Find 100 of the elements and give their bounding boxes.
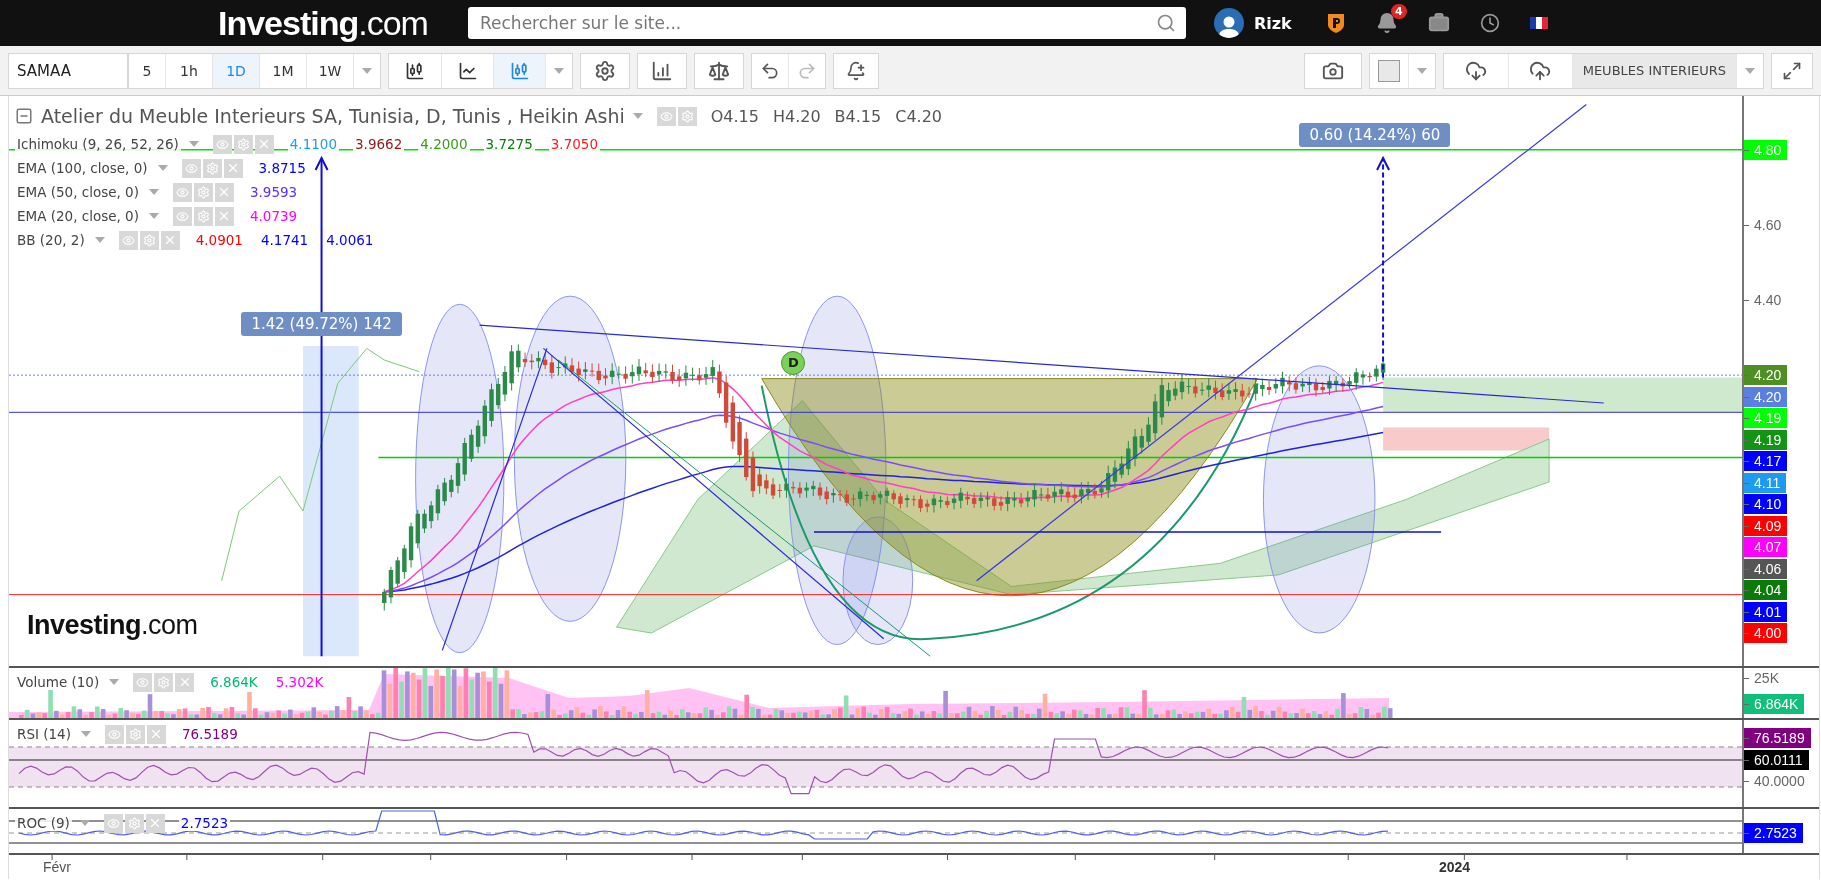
price-tag: 4.20 xyxy=(1744,386,1788,407)
caret-icon[interactable] xyxy=(109,679,120,685)
candlestick-icon xyxy=(509,60,530,81)
price-tag: 4.80 xyxy=(1744,140,1788,160)
chart-title: Atelier du Meuble Interieurs SA, Tunisia, D, Tunis , Heikin Ashi xyxy=(41,105,625,127)
cloud-download-icon xyxy=(1464,59,1487,82)
price-tag: 60.0111 xyxy=(1744,749,1809,770)
eye-icon[interactable] xyxy=(172,206,192,226)
flag-icon[interactable] xyxy=(1529,17,1548,29)
indicator-name: EMA (100, close, 0) xyxy=(15,160,150,176)
price-tag: 4.04 xyxy=(1744,580,1788,600)
eye-icon[interactable] xyxy=(181,158,201,178)
indicator-name: EMA (50, close, 0) xyxy=(15,184,141,200)
close-icon[interactable] xyxy=(254,134,274,154)
clock-icon[interactable] xyxy=(1479,13,1500,33)
indicator-value: 4.1100 xyxy=(287,136,340,152)
settings-icon[interactable] xyxy=(125,724,145,744)
ohlc-value: O4.15 xyxy=(710,106,759,126)
settings-icon[interactable] xyxy=(193,206,213,226)
indicator-name: ROC (9) xyxy=(15,815,72,831)
price-tag: 6.864K xyxy=(1744,694,1805,714)
eye-icon[interactable] xyxy=(118,230,138,250)
eye-icon[interactable] xyxy=(656,106,676,126)
caret-icon[interactable] xyxy=(94,237,105,243)
close-icon[interactable] xyxy=(145,813,165,833)
time-label: Févr xyxy=(43,859,71,875)
caret-icon[interactable] xyxy=(80,731,91,737)
chart-marker[interactable]: D xyxy=(781,350,806,375)
indicator-value: 4.2000 xyxy=(418,136,470,152)
caret-icon[interactable] xyxy=(632,113,643,119)
notification-badge: 4 xyxy=(1391,4,1407,19)
price-tag: 4.01 xyxy=(1744,601,1788,622)
fullscreen-icon xyxy=(1782,60,1802,81)
search-field[interactable]: Rechercher sur le site... xyxy=(468,7,1186,39)
price-tag: 4.11 xyxy=(1744,472,1787,493)
ohlc-value: B4.15 xyxy=(834,106,882,126)
caret-icon[interactable] xyxy=(362,67,372,74)
caret-icon[interactable] xyxy=(148,213,159,219)
gear-icon xyxy=(594,59,616,82)
indicator-name: EMA (20, close, 0) xyxy=(15,208,141,224)
caret-icon[interactable] xyxy=(148,189,159,195)
indicator-name: RSI (14) xyxy=(15,726,73,742)
price-tag: 4.20 xyxy=(1744,365,1788,385)
site-logo[interactable]: Investing.com xyxy=(218,3,468,43)
measure-label: 0.60 (14.24%) 60 xyxy=(1299,123,1451,148)
close-icon[interactable] xyxy=(214,206,234,226)
close-icon[interactable] xyxy=(160,230,180,250)
settings-icon[interactable] xyxy=(677,106,697,126)
indicator-value: 3.7050 xyxy=(548,136,601,152)
close-icon[interactable] xyxy=(223,158,243,178)
eye-icon[interactable] xyxy=(212,134,232,154)
eye-icon[interactable] xyxy=(103,813,123,833)
avatar-icon[interactable] xyxy=(1214,8,1244,38)
line-chart-icon xyxy=(457,60,478,81)
chart-logo: Investing.com xyxy=(27,610,198,641)
price-tag: 4.06 xyxy=(1744,558,1788,579)
symbol-field[interactable]: SAMAA xyxy=(8,52,128,89)
axis-label: 25K xyxy=(1744,668,1785,688)
settings-icon[interactable] xyxy=(139,230,159,250)
collapse-icon[interactable] xyxy=(15,107,33,125)
settings-icon[interactable] xyxy=(233,134,253,154)
settings-icon[interactable] xyxy=(193,182,213,202)
measure-label: 1.42 (49.72%) 142 xyxy=(241,312,402,337)
shield-icon[interactable] xyxy=(1325,12,1346,34)
caret-icon[interactable] xyxy=(1745,67,1755,74)
settings-icon[interactable] xyxy=(202,158,222,178)
indicator-value: 4.0901 xyxy=(193,232,245,248)
eye-icon[interactable] xyxy=(104,724,124,744)
settings-icon[interactable] xyxy=(154,672,174,692)
indicator-value: 5.302K xyxy=(273,674,326,690)
search-icon[interactable] xyxy=(1156,13,1176,33)
caret-icon[interactable] xyxy=(188,141,199,147)
caret-icon[interactable] xyxy=(157,165,168,171)
category-button[interactable]: MEUBLES INTERIEURS xyxy=(1571,53,1736,88)
axis-label: 4.40 xyxy=(1744,290,1788,310)
indicator-name: BB (20, 2) xyxy=(15,232,87,248)
eye-icon[interactable] xyxy=(172,182,192,202)
indicator-value: 4.0061 xyxy=(324,232,376,248)
axis-label: 4.60 xyxy=(1744,215,1788,235)
eye-icon[interactable] xyxy=(133,672,153,692)
price-tag: 4.00 xyxy=(1744,623,1788,643)
close-icon[interactable] xyxy=(146,724,166,744)
close-icon[interactable] xyxy=(175,672,195,692)
ohlc-value: C4.20 xyxy=(895,106,942,126)
undo-icon xyxy=(760,60,780,81)
caret-icon[interactable] xyxy=(1416,67,1427,74)
indicator-value: 3.9662 xyxy=(353,136,405,152)
close-icon[interactable] xyxy=(214,182,234,202)
candlestick-icon xyxy=(405,60,425,81)
indicator-value: 2.7523 xyxy=(178,815,231,831)
indicator-value: 3.7275 xyxy=(483,136,535,152)
price-tag: 4.07 xyxy=(1744,537,1788,557)
briefcase-icon[interactable] xyxy=(1427,12,1450,34)
settings-icon[interactable] xyxy=(124,813,144,833)
caret-icon[interactable] xyxy=(79,820,90,826)
indicator-value: 4.0739 xyxy=(247,208,300,224)
user-name[interactable]: Rizk xyxy=(1254,13,1292,33)
bell-plus-icon xyxy=(846,60,866,81)
color-swatch xyxy=(1377,59,1400,82)
caret-icon[interactable] xyxy=(554,67,564,74)
